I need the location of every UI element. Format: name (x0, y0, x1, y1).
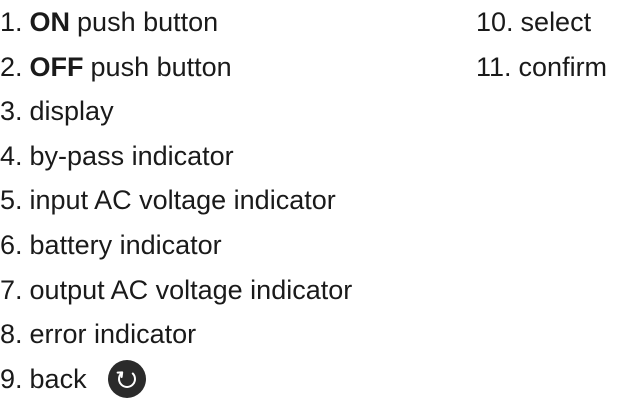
legend-item-select: 10. select (476, 0, 607, 45)
item-label: input AC voltage indicator (29, 185, 336, 216)
item-label: by-pass indicator (29, 140, 234, 171)
item-number: 6. (0, 229, 23, 260)
legend-item-off-button: 2. OFF push button (0, 45, 352, 90)
item-number: 8. (0, 319, 23, 350)
item-number: 11. (476, 51, 512, 82)
legend-right-column: 10. select 11. confirm (476, 0, 607, 89)
back-rotate-icon (107, 359, 147, 399)
item-label: push button (77, 7, 219, 37)
item-label: error indicator (29, 319, 197, 350)
item-label: select (520, 7, 592, 37)
legend-item-back: 9. back (0, 357, 352, 402)
legend-item-output-ac-indicator: 7. output AC voltage indicator (0, 268, 352, 313)
item-number: 7. (0, 274, 23, 305)
legend-item-input-ac-indicator: 5. input AC voltage indicator (0, 178, 352, 223)
item-strong-label: ON (29, 7, 71, 37)
item-number: 9. (0, 363, 23, 394)
item-number: 5. (0, 185, 23, 216)
legend-item-confirm: 11. confirm (476, 45, 607, 90)
legend-item-battery-indicator: 6. battery indicator (0, 223, 352, 268)
item-number: 2. (0, 51, 23, 82)
item-label: push button (90, 51, 232, 82)
legend-left-column: 1. ON push button 2. OFF push button 3. … (0, 0, 352, 401)
item-label: back (29, 363, 87, 394)
item-number: 3. (0, 96, 23, 127)
item-number: 1. (0, 7, 23, 37)
item-label: battery indicator (29, 229, 222, 260)
item-strong-label: OFF (29, 51, 84, 82)
legend-item-error-indicator: 8. error indicator (0, 312, 352, 357)
item-label: confirm (518, 51, 608, 82)
legend-item-on-button: 1. ON push button (0, 0, 352, 45)
item-number: 10. (476, 7, 514, 37)
item-number: 4. (0, 140, 23, 171)
item-label: output AC voltage indicator (29, 274, 353, 305)
legend-item-display: 3. display (0, 89, 352, 134)
item-label: display (29, 96, 114, 127)
legend-item-bypass-indicator: 4. by-pass indicator (0, 134, 352, 179)
